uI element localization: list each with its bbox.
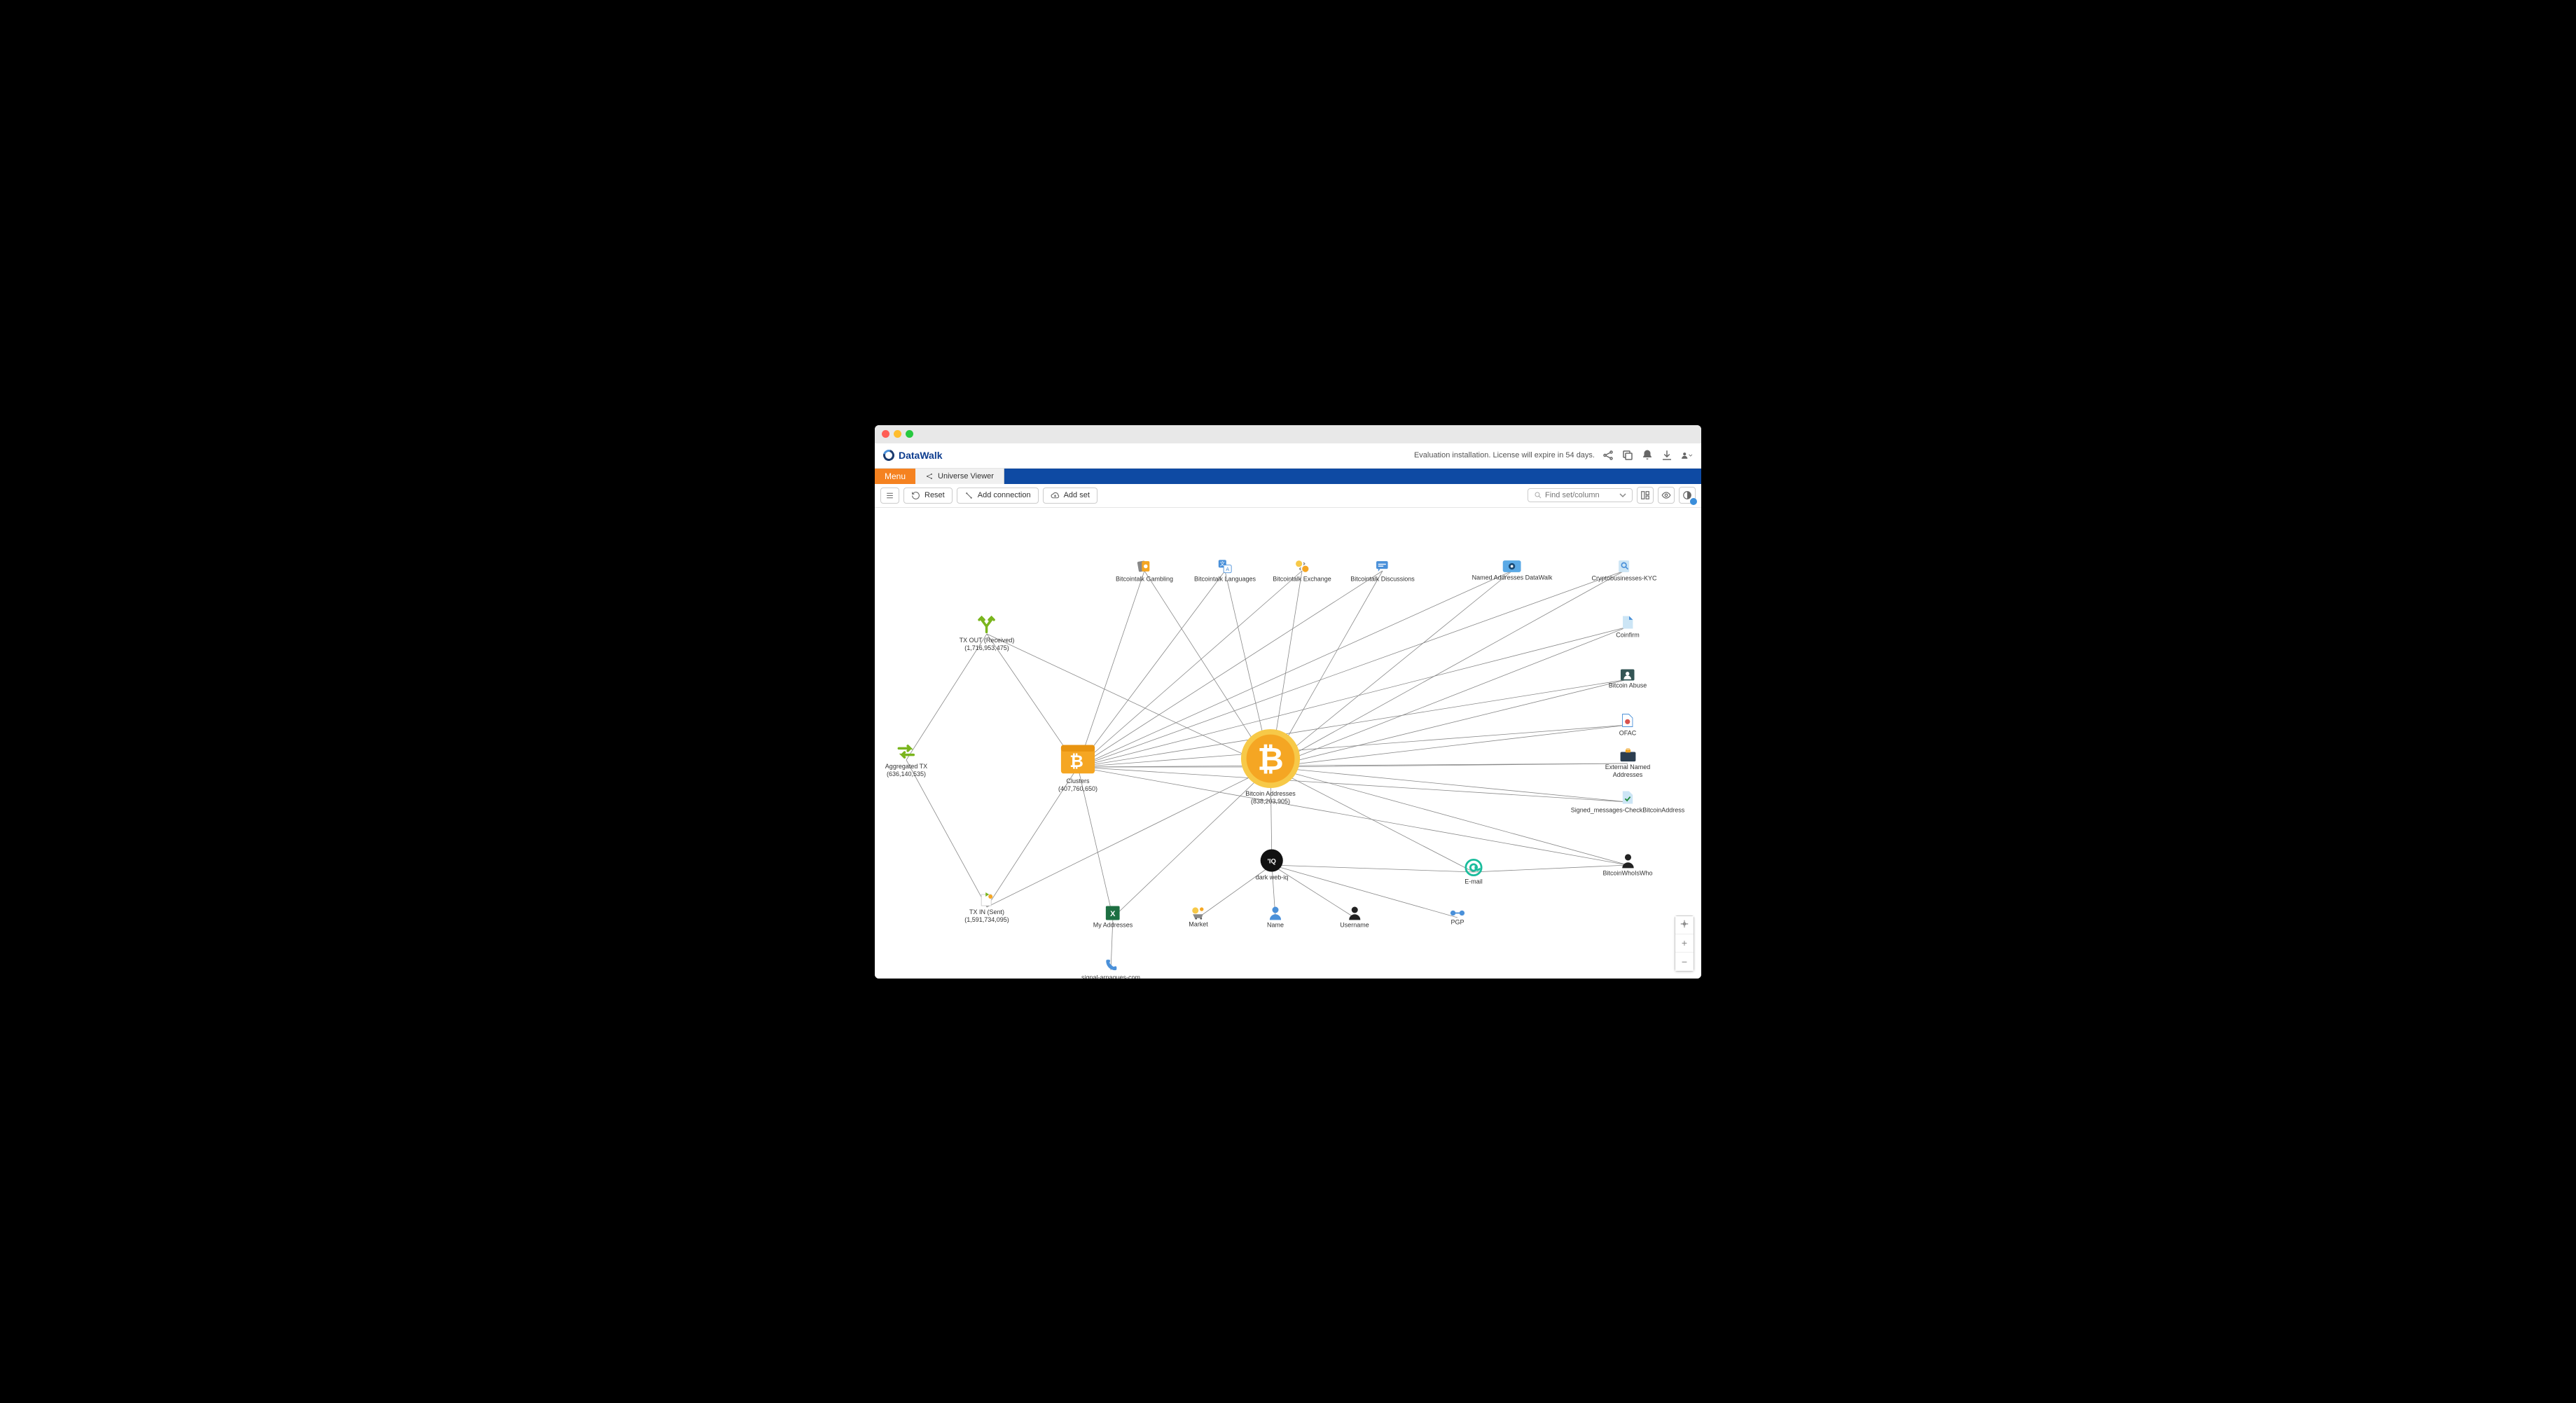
person-blue-icon	[1269, 906, 1282, 920]
node-my-addresses[interactable]: X My Addresses	[1093, 906, 1133, 929]
node-bitcointalk-discussions[interactable]: Bitcointalk Discussions	[1350, 558, 1415, 583]
node-dark-web-iq[interactable]: 'IQ dark web-iq	[1256, 848, 1289, 881]
node-name[interactable]: Name	[1267, 906, 1284, 929]
app-logo: DataWalk	[883, 450, 943, 461]
zoom-fit-button[interactable]	[1675, 916, 1694, 934]
node-tx-out[interactable]: TX OUT (Received) (1,716,953,475)	[960, 616, 1015, 652]
zoom-panel: + −	[1675, 915, 1694, 972]
doc-arrow-icon	[978, 890, 995, 907]
person-dark-icon	[1348, 906, 1361, 920]
logo-icon	[881, 448, 896, 463]
close-window-button[interactable]	[882, 430, 889, 438]
toolbar: Reset Add connection Add set	[875, 484, 1701, 508]
arrows-icon	[896, 742, 916, 761]
status-dot	[1690, 498, 1697, 505]
copy-icon[interactable]	[1621, 449, 1634, 462]
id-search-icon	[1617, 559, 1631, 573]
node-tx-in[interactable]: TX IN (Sent) (1,591,734,095)	[964, 890, 1009, 924]
chevron-down-icon	[1619, 492, 1626, 499]
translate-icon: 文A	[1217, 558, 1233, 574]
zoom-out-button[interactable]: −	[1675, 953, 1694, 971]
briefcase-icon	[1619, 748, 1636, 762]
reset-button[interactable]: Reset	[903, 488, 953, 504]
node-bitcoin-abuse[interactable]: Bitcoin Abuse	[1609, 669, 1647, 689]
search-input-wrapper[interactable]	[1528, 488, 1633, 502]
app-topbar: DataWalk Evaluation installation. Licens…	[875, 443, 1701, 469]
document-icon	[1621, 614, 1634, 630]
svg-text:A: A	[1226, 565, 1229, 572]
list-button[interactable]	[880, 488, 899, 504]
exchange-icon	[1294, 558, 1310, 574]
node-bitcointalk-gambling[interactable]: Bitcointalk Gambling	[1116, 558, 1173, 583]
node-coinfirm[interactable]: Coinfirm	[1616, 614, 1640, 639]
search-input[interactable]	[1545, 491, 1616, 499]
node-signal-arnaques[interactable]: signal-arnaques-com	[1081, 958, 1140, 979]
user-icon[interactable]	[1680, 449, 1693, 462]
bell-icon[interactable]	[1641, 449, 1654, 462]
connection-icon	[964, 491, 974, 500]
dark-circle-icon: 'IQ	[1260, 848, 1284, 872]
node-bitcointalk-languages[interactable]: 文A Bitcointalk Languages	[1194, 558, 1256, 583]
main-menu-button[interactable]: Menu	[875, 469, 915, 484]
key-dots-icon	[1450, 908, 1465, 917]
universe-icon	[925, 472, 934, 481]
bitcoin-coin-icon: ₿	[1240, 728, 1301, 789]
svg-text:'IQ: 'IQ	[1268, 857, 1276, 865]
mugshot-icon	[1621, 669, 1635, 680]
split-icon	[977, 616, 997, 635]
excel-icon: X	[1106, 906, 1120, 920]
svg-text:X: X	[1110, 910, 1116, 918]
undo-icon	[911, 491, 920, 500]
window-titlebar	[875, 425, 1701, 443]
add-connection-button[interactable]: Add connection	[957, 488, 1039, 504]
node-aggregated-tx[interactable]: Aggregated TX (636,140,535)	[885, 742, 927, 778]
node-named-addresses-datawalk[interactable]: Named Addresses DataWalk	[1472, 560, 1553, 581]
document-seal-icon	[1621, 712, 1634, 728]
cart-icon	[1191, 906, 1205, 919]
app-name: DataWalk	[899, 450, 943, 461]
add-set-button[interactable]: Add set	[1043, 488, 1097, 504]
document-check-icon	[1621, 789, 1634, 805]
node-email[interactable]: E-mail	[1464, 858, 1483, 885]
node-external-named-addresses[interactable]: External Named Addresses	[1591, 748, 1665, 779]
cloud-plus-icon	[1051, 491, 1060, 500]
graph-canvas[interactable]: Aggregated TX (636,140,535) TX OUT (Rece…	[875, 508, 1701, 979]
node-bitcoin-whoiswho[interactable]: BitcoinWhoIsWho	[1602, 852, 1652, 877]
share-icon[interactable]	[1602, 449, 1614, 462]
layout-button[interactable]	[1637, 487, 1654, 504]
node-cryptobusinesses-kyc[interactable]: Cryptobusinesses-KYC	[1591, 559, 1656, 582]
node-pgp[interactable]: PGP	[1450, 908, 1465, 926]
tab-label: Universe Viewer	[938, 472, 994, 481]
eye-oval-icon	[1503, 560, 1521, 572]
tab-universe-viewer[interactable]: Universe Viewer	[915, 469, 1004, 484]
svg-text:₿: ₿	[1069, 752, 1083, 771]
svg-text:文: 文	[1220, 560, 1226, 567]
zoom-in-button[interactable]: +	[1675, 934, 1694, 953]
node-ofac[interactable]: OFAC	[1619, 712, 1637, 737]
node-username[interactable]: Username	[1340, 906, 1369, 929]
at-icon	[1464, 858, 1483, 876]
license-notice: Evaluation installation. License will ex…	[1414, 451, 1595, 459]
node-bitcoin-addresses[interactable]: ₿ Bitcoin Addresses (838,203,905)	[1240, 728, 1301, 806]
svg-text:₿: ₿	[1257, 740, 1283, 777]
search-icon	[1534, 491, 1542, 499]
eye-button[interactable]	[1658, 487, 1675, 504]
phone-icon	[1104, 958, 1118, 972]
wallet-bitcoin-icon: ₿	[1058, 741, 1097, 776]
minimize-window-button[interactable]	[894, 430, 901, 438]
chat-icon	[1375, 558, 1390, 574]
node-market[interactable]: Market	[1189, 906, 1208, 928]
person-icon	[1621, 852, 1635, 868]
maximize-window-button[interactable]	[906, 430, 913, 438]
node-bitcointalk-exchange[interactable]: Bitcointalk Exchange	[1273, 558, 1331, 583]
contrast-button[interactable]	[1679, 487, 1696, 504]
node-clusters[interactable]: ₿ Clusters (407,760,650)	[1058, 741, 1097, 793]
menu-bar: Menu Universe Viewer	[875, 469, 1701, 484]
download-icon[interactable]	[1661, 449, 1673, 462]
cards-icon	[1137, 558, 1152, 574]
node-signed-messages[interactable]: Signed_messages-CheckBitcoinAddress	[1558, 789, 1698, 814]
